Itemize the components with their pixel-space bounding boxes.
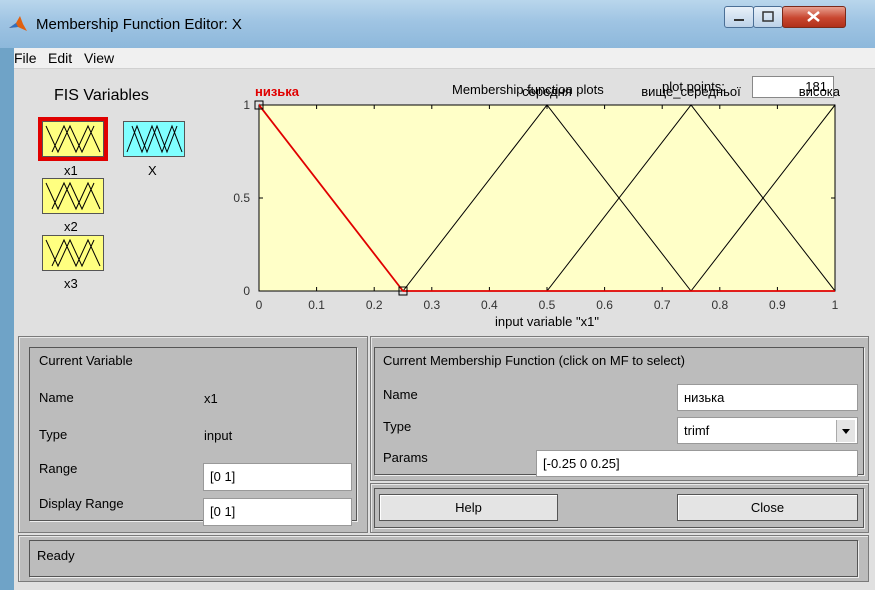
variable-type-value: input — [204, 428, 233, 443]
y-tick-label: 1 — [243, 98, 250, 112]
maximize-icon — [762, 11, 774, 22]
minimize-button[interactable] — [724, 6, 754, 28]
matlab-icon — [9, 16, 27, 31]
y-tick-label: 0 — [243, 284, 250, 298]
x-tick-label: 0.8 — [711, 298, 728, 312]
x-tick-label: 0.5 — [539, 298, 556, 312]
mf-type-value: trimf — [684, 423, 710, 438]
membership-function-chart[interactable]: 0 0.1 0.2 0.3 0.4 0.5 0.6 0.7 0.8 0.9 1 0 0.5 1 input … — [14, 69, 875, 331]
x-tick-label: 0.6 — [596, 298, 613, 312]
mf-name-label: Name — [383, 387, 418, 402]
current-mf-panel: Current Membership Function (click on MF… — [370, 336, 869, 481]
chevron-down-icon — [842, 429, 850, 434]
close-window-button[interactable] — [782, 6, 846, 28]
maximize-button[interactable] — [753, 6, 783, 28]
x-tick-label: 0.9 — [769, 298, 786, 312]
mf-label-висока: висока — [799, 84, 841, 99]
close-icon — [807, 11, 820, 22]
mf-type-select[interactable]: trimf — [677, 417, 858, 444]
title-bar: Membership Function Editor: X — [0, 0, 875, 48]
status-frame — [29, 540, 858, 577]
mf-params-label: Params — [383, 450, 428, 465]
x-tick-label: 0.2 — [366, 298, 383, 312]
x-tick-label: 0.3 — [423, 298, 440, 312]
close-button[interactable]: Close — [677, 494, 858, 521]
x-tick-label: 1 — [832, 298, 839, 312]
range-input[interactable]: [0 1] — [203, 463, 352, 491]
menu-edit[interactable]: Edit — [48, 50, 72, 66]
current-mf-heading: Current Membership Function (click on MF… — [383, 353, 685, 368]
mf-label-середня: середня — [522, 84, 572, 99]
mf-type-label: Type — [383, 419, 412, 434]
mf-params-input[interactable]: [-0.25 0 0.25] — [536, 450, 858, 477]
menu-view[interactable]: View — [84, 50, 114, 66]
editor-client-area: FIS Variables x1 X x2 x3 Membership func… — [14, 69, 875, 590]
dropdown-arrow-button[interactable] — [836, 420, 855, 442]
minimize-icon — [734, 19, 744, 21]
window-title: Membership Function Editor: X — [36, 16, 242, 33]
mf-label-вище_середньої: вище_середньої — [641, 84, 741, 99]
menu-bar: File Edit View — [14, 48, 875, 69]
display-range-label: Display Range — [39, 496, 124, 511]
help-button[interactable]: Help — [379, 494, 558, 521]
x-axis-label: input variable "x1" — [495, 314, 599, 329]
y-tick-label: 0.5 — [233, 191, 250, 205]
variable-name-label: Name — [39, 390, 74, 405]
current-variable-heading: Current Variable — [39, 353, 133, 368]
current-variable-panel: Current Variable Name x1 Type input Rang… — [18, 336, 368, 533]
x-tick-label: 0.7 — [654, 298, 671, 312]
variable-name-value: x1 — [204, 391, 218, 406]
menu-file[interactable]: File — [14, 50, 37, 66]
variable-type-label: Type — [39, 427, 68, 442]
status-text: Ready — [37, 548, 75, 563]
range-label: Range — [39, 461, 78, 476]
plot-area — [258, 104, 836, 292]
mf-name-input[interactable]: низька — [677, 384, 858, 411]
x-tick-label: 0.1 — [308, 298, 325, 312]
x-tick-label: 0 — [256, 298, 263, 312]
x-tick-label: 0.4 — [481, 298, 498, 312]
window: Membership Function Editor: X File Edit … — [0, 0, 875, 590]
status-panel: Ready — [18, 535, 869, 582]
action-buttons-panel: Help Close — [370, 483, 869, 533]
mf-label-низька: низька — [255, 84, 300, 99]
current-variable-frame — [29, 347, 357, 521]
display-range-input[interactable]: [0 1] — [203, 498, 352, 526]
